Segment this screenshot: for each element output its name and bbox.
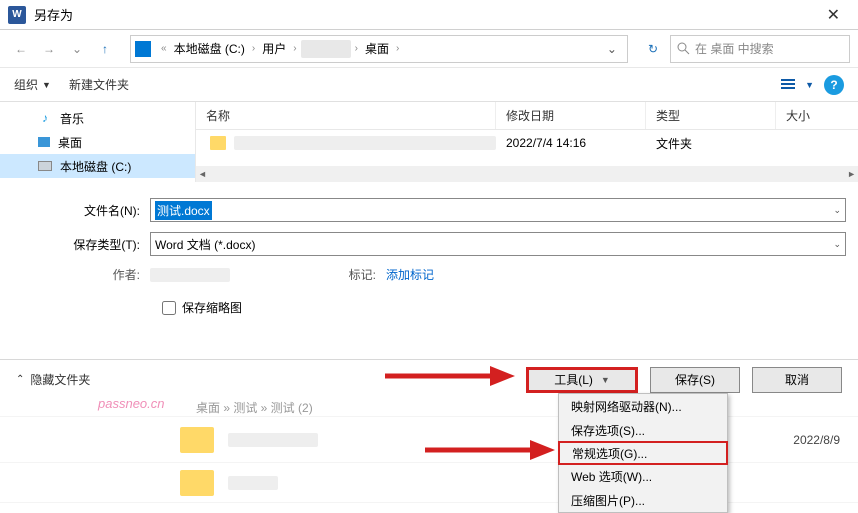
file-name-redacted [234,136,496,150]
file-panel: 名称 修改日期 类型 大小 2022/7/4 14:16 文件夹 ◄ ► [196,102,858,182]
toolbar-row: 组织▼ 新建文件夹 ▼ ? [0,68,858,102]
desktop-icon [38,137,50,147]
tags-label: 标记: [330,266,386,283]
new-folder-button[interactable]: 新建文件夹 [69,76,129,93]
word-icon: W [8,6,26,24]
column-date[interactable]: 修改日期 [496,102,646,129]
column-type[interactable]: 类型 [646,102,776,129]
savetype-value: Word 文档 (*.docx) [155,236,255,253]
chevron-right-icon: › [355,43,358,54]
sidebar-item-label: 本地磁盘 (C:) [60,158,131,175]
chevron-right-icon: › [293,43,296,54]
scroll-right-icon[interactable]: ► [847,169,856,179]
chevron-down-icon: ▼ [601,375,610,385]
nav-row: ← → ⌄ ↑ « 本地磁盘 (C:) › 用户 › › 桌面 › ⌄ ↻ 在 … [0,30,858,68]
cancel-button[interactable]: 取消 [752,367,842,393]
nav-recent-button[interactable]: ⌄ [64,36,90,62]
sidebar-item-desktop[interactable]: 桌面 [0,130,195,154]
tags-value[interactable]: 添加标记 [386,266,586,283]
savetype-label: 保存类型(T): [12,236,150,253]
horizontal-scrollbar[interactable]: ◄ ► [196,166,858,182]
thumbnail-label: 保存缩略图 [182,299,242,316]
organize-button[interactable]: 组织▼ [14,76,51,93]
column-name[interactable]: 名称 [196,102,496,129]
chevron-up-icon: ⌃ [16,374,24,385]
scroll-left-icon[interactable]: ◄ [198,169,207,179]
watermark: passneo.cn [98,396,165,411]
sidebar-item-label: 音乐 [60,110,84,127]
breadcrumb-dropdown[interactable]: ⌄ [601,42,623,56]
annotation-arrow [420,430,560,470]
breadcrumb-item[interactable]: 桌面 [362,38,392,59]
file-date: 2022/7/4 14:16 [496,136,646,150]
menu-item-compress-pictures[interactable]: 压缩图片(P)... [559,488,727,512]
body-area: ♪ 音乐 桌面 本地磁盘 (C:) 名称 修改日期 类型 大小 2022/7/4… [0,102,858,182]
breadcrumb[interactable]: « 本地磁盘 (C:) › 用户 › › 桌面 › ⌄ [130,35,628,63]
tools-menu: 映射网络驱动器(N)... 保存选项(S)... 常规选项(G)... Web … [558,393,728,513]
folder-icon [210,136,226,150]
view-options-button[interactable]: ▼ [781,77,814,93]
chevron-down-icon[interactable]: ⌄ [833,205,841,216]
disk-icon [38,161,52,171]
menu-item-map-drive[interactable]: 映射网络驱动器(N)... [559,394,727,418]
nav-forward-button[interactable]: → [36,36,62,62]
column-headers: 名称 修改日期 类型 大小 [196,102,858,130]
sidebar-item-music[interactable]: ♪ 音乐 [0,106,195,130]
sidebar-item-local-disk[interactable]: 本地磁盘 (C:) [0,154,195,178]
help-button[interactable]: ? [824,75,844,95]
chevron-right-icon: › [396,43,399,54]
filename-label: 文件名(N): [12,202,150,219]
bg-name-redacted [228,433,318,447]
author-value-redacted[interactable] [150,268,230,282]
thumbnail-checkbox[interactable] [162,301,176,315]
search-icon [677,42,691,56]
menu-item-save-options[interactable]: 保存选项(S)... [559,418,727,442]
folder-icon [180,427,214,453]
sidebar: ♪ 音乐 桌面 本地磁盘 (C:) [0,102,196,182]
breadcrumb-item-redacted[interactable] [301,40,351,58]
file-row[interactable]: 2022/7/4 14:16 文件夹 [196,130,858,156]
breadcrumb-item[interactable]: 用户 [259,38,289,59]
bg-path: 桌面 » 测试 » 测试 (2) [196,399,313,416]
filename-input[interactable]: 测试.docx ⌄ [150,198,846,222]
titlebar: W 另存为 ✕ [0,0,858,30]
menu-item-general-options[interactable]: 常规选项(G)... [558,441,728,465]
hide-folders-toggle[interactable]: ⌃ 隐藏文件夹 [16,371,90,388]
form-area: 文件名(N): 测试.docx ⌄ 保存类型(T): Word 文档 (*.do… [0,182,858,324]
filename-value: 测试.docx [155,201,212,220]
search-placeholder: 在 桌面 中搜索 [695,40,774,57]
chevron-right-icon: › [252,43,255,54]
nav-up-button[interactable]: ↑ [92,36,118,62]
bg-date: 2022/8/9 [793,433,840,447]
chevron-down-icon[interactable]: ⌄ [833,239,841,250]
save-button[interactable]: 保存(S) [650,367,740,393]
music-icon: ♪ [38,111,52,125]
menu-item-web-options[interactable]: Web 选项(W)... [559,464,727,488]
drive-icon [135,41,151,57]
window-title: 另存为 [34,5,73,24]
bg-name-redacted [228,476,278,490]
search-input[interactable]: 在 桌面 中搜索 [670,35,850,63]
column-size[interactable]: 大小 [776,102,858,129]
file-type: 文件夹 [646,135,776,152]
nav-back-button[interactable]: ← [8,36,34,62]
savetype-select[interactable]: Word 文档 (*.docx) ⌄ [150,232,846,256]
folder-icon [180,470,214,496]
author-label: 作者: [12,266,150,283]
refresh-button[interactable]: ↻ [640,42,666,56]
annotation-arrow [380,356,520,396]
tools-dropdown[interactable]: 工具(L) ▼ [526,367,638,393]
chevron-right-icon: « [161,43,167,54]
breadcrumb-item[interactable]: 本地磁盘 (C:) [171,38,248,59]
close-button[interactable]: ✕ [817,5,850,25]
sidebar-item-label: 桌面 [58,134,82,151]
